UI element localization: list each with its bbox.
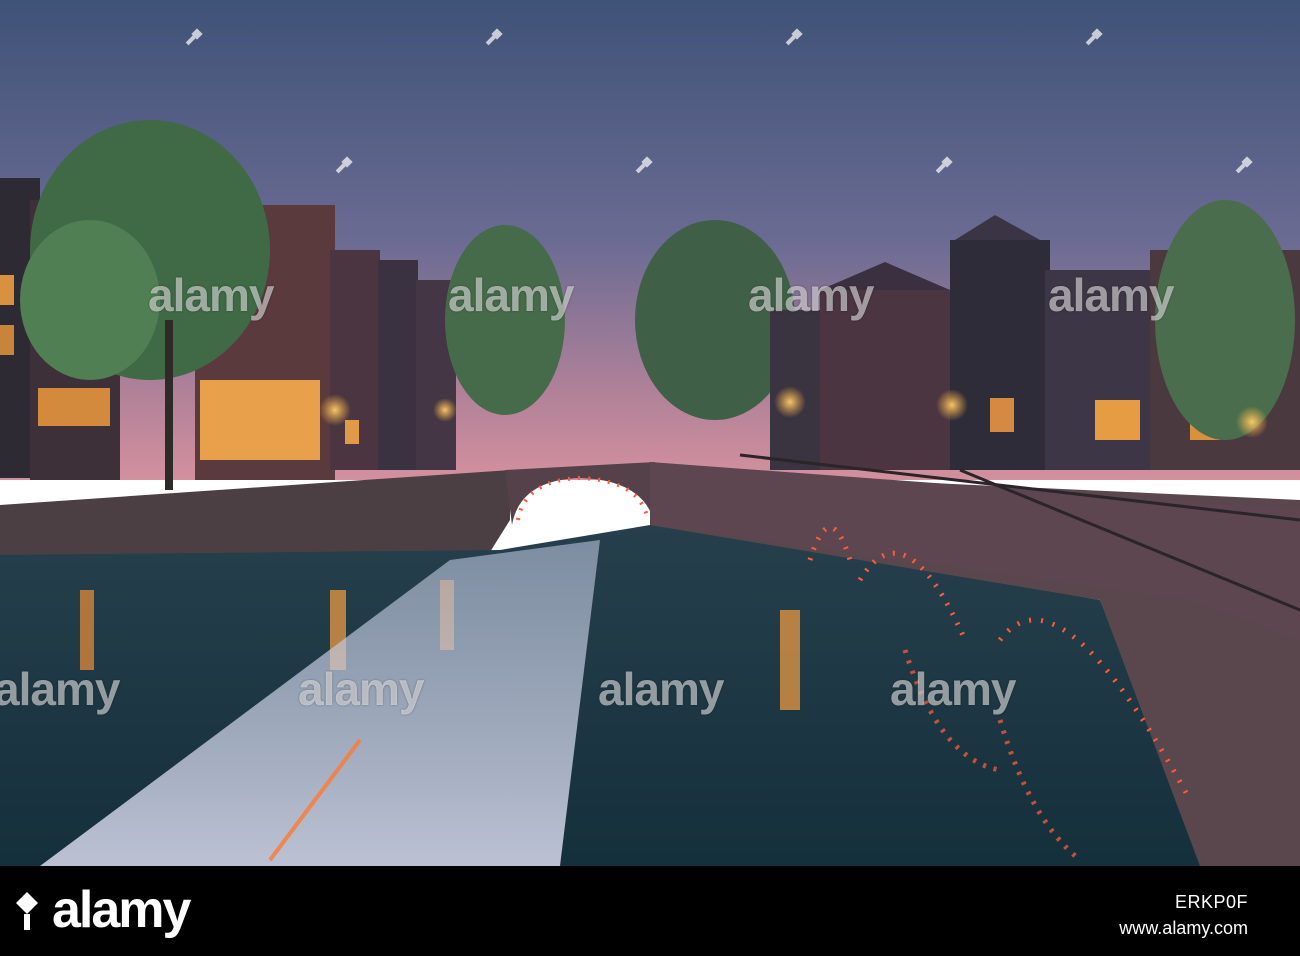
right-tree <box>1155 200 1295 440</box>
left-quay <box>0 470 510 560</box>
image-id: ERKP0F <box>1174 892 1248 912</box>
watermark-text: alamy <box>448 269 574 321</box>
watermark-text: alamy <box>748 269 874 321</box>
canal-night-photo <box>0 0 1300 866</box>
alamy-logo-icon <box>16 892 38 930</box>
site-url: www.alamy.com <box>1119 918 1248 938</box>
image-frame: alamy alamy alamy alamy alamy alamy alam… <box>0 0 1300 956</box>
watermark-text: alamy <box>1048 269 1174 321</box>
watermark-text: alamy <box>890 663 1016 715</box>
watermark-text: alamy <box>0 663 120 715</box>
watermark-text: alamy <box>148 269 274 321</box>
back-bridge <box>505 462 655 525</box>
watermark-text: alamy <box>598 663 724 715</box>
alamy-footer: alamy ERKP0F www.alamy.com <box>0 866 1300 956</box>
watermark-text: alamy <box>298 663 424 715</box>
alamy-logo-text: alamy <box>52 881 191 939</box>
